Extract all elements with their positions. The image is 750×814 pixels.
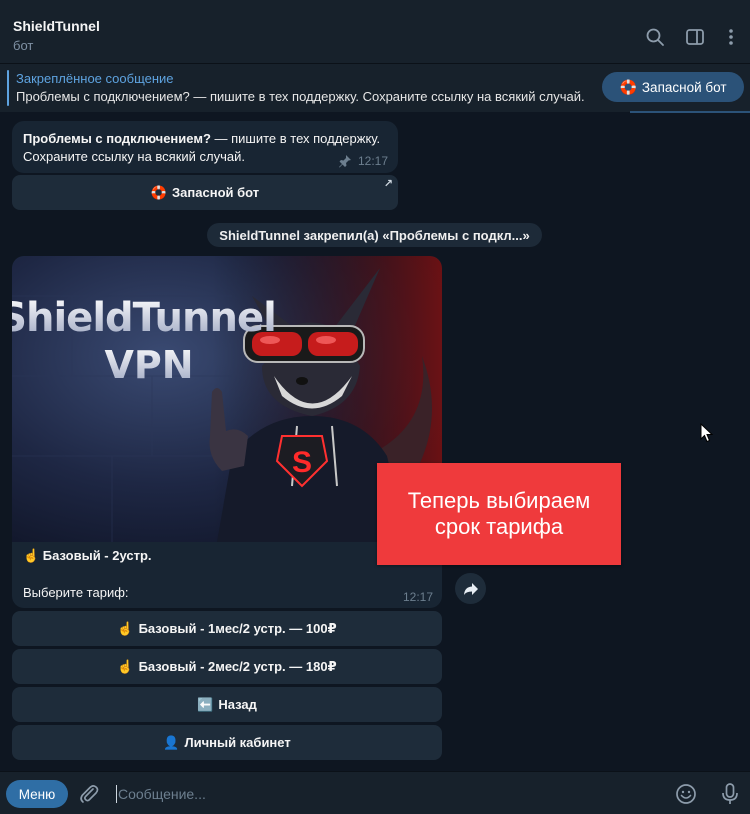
inline-button-backup-bot[interactable]: 🛟 Запасной бот ↗ bbox=[12, 175, 398, 210]
inline-button-label: Базовый - 1мес/2 устр. — 100₽ bbox=[138, 620, 337, 636]
sidebar-toggle-icon[interactable] bbox=[684, 26, 706, 48]
inline-button-plan-2-months[interactable]: ☝️ Базовый - 2мес/2 устр. — 180₽ bbox=[12, 649, 442, 684]
message-input[interactable] bbox=[118, 782, 638, 806]
message-composer: Меню bbox=[0, 771, 750, 814]
inline-button-label: Запасной бот bbox=[172, 185, 260, 200]
chat-header[interactable]: ShieldTunnel бот bbox=[0, 8, 750, 64]
pinned-title: Закреплённое сообщение bbox=[16, 71, 174, 86]
message-time: 12:17 bbox=[402, 590, 433, 604]
message-text-line2: Сохраните ссылку на всякий случай. bbox=[23, 149, 246, 164]
window-titlebar-strip bbox=[0, 0, 750, 8]
message-time: 12:17 bbox=[357, 154, 388, 168]
pinned-accent-bar bbox=[7, 70, 9, 106]
callout-line2: срок тарифа bbox=[434, 514, 564, 539]
message-bubble-pinned-text[interactable]: Проблемы с подключением? — пишите в тех … bbox=[12, 121, 398, 173]
search-icon[interactable] bbox=[644, 26, 666, 48]
text-caret bbox=[116, 785, 117, 803]
inline-button-label: Личный кабинет bbox=[184, 735, 291, 750]
lifebuoy-icon: 🛟 bbox=[150, 184, 168, 200]
pointing-up-icon: ☝️ bbox=[117, 620, 134, 636]
lifebuoy-icon: 🛟 bbox=[619, 78, 637, 95]
microphone-icon[interactable] bbox=[720, 782, 740, 806]
inline-button-label: Базовый - 2мес/2 устр. — 180₽ bbox=[138, 658, 337, 674]
forward-icon bbox=[463, 582, 478, 595]
inline-button-back[interactable]: ⬅️ Назад bbox=[12, 687, 442, 722]
pinned-text: Проблемы с подключением? — пишите в тех … bbox=[16, 89, 585, 104]
back-arrow-icon: ⬅️ bbox=[197, 696, 214, 712]
chat-subtitle: бот bbox=[13, 38, 34, 53]
forward-button[interactable] bbox=[455, 573, 486, 604]
pin-icon bbox=[338, 155, 351, 168]
message-bold-text: Проблемы с подключением? bbox=[23, 131, 211, 146]
pinned-button-underline bbox=[630, 111, 750, 113]
photo-emblem-letter: S bbox=[292, 446, 312, 479]
mouse-cursor-icon bbox=[700, 423, 714, 443]
chat-title: ShieldTunnel bbox=[13, 18, 100, 34]
message-text-rest: — пишите в тех поддержку. bbox=[210, 131, 381, 146]
photo-brand-line1: ShieldTunnel bbox=[12, 295, 276, 341]
service-message-pinned: ShieldTunnel закрепил(а) «Проблемы с под… bbox=[207, 223, 542, 247]
message-choose-tariff: Выберите тариф: bbox=[23, 585, 129, 600]
callout-line1: Теперь выбираем bbox=[407, 488, 591, 513]
inline-button-label: Назад bbox=[218, 697, 257, 712]
message-meta: 12:17 bbox=[338, 154, 388, 168]
inline-button-account[interactable]: 👤 Личный кабинет bbox=[12, 725, 442, 760]
attach-paperclip-icon[interactable] bbox=[78, 783, 100, 805]
photo-brand-line2: VPN bbox=[104, 343, 193, 387]
pinned-button-label: Запасной бот bbox=[641, 79, 727, 95]
pinned-backup-bot-button[interactable]: 🛟 Запасной бот bbox=[602, 72, 744, 102]
emoji-icon[interactable] bbox=[675, 783, 697, 805]
external-link-arrow-icon: ↗ bbox=[383, 178, 393, 190]
user-icon: 👤 bbox=[163, 734, 180, 750]
pinned-message-bar[interactable]: Закреплённое сообщение Проблемы с подклю… bbox=[0, 64, 750, 112]
more-vertical-icon[interactable] bbox=[720, 26, 742, 48]
pointing-up-icon: ☝️ bbox=[117, 658, 134, 674]
bot-menu-button[interactable]: Меню bbox=[6, 780, 68, 808]
annotation-callout: Теперь выбираем срок тарифа bbox=[377, 463, 621, 565]
inline-button-plan-1-month[interactable]: ☝️ Базовый - 1мес/2 устр. — 100₽ bbox=[12, 611, 442, 646]
message-tariff-line: ☝️ Базовый - 2устр. bbox=[23, 548, 152, 563]
